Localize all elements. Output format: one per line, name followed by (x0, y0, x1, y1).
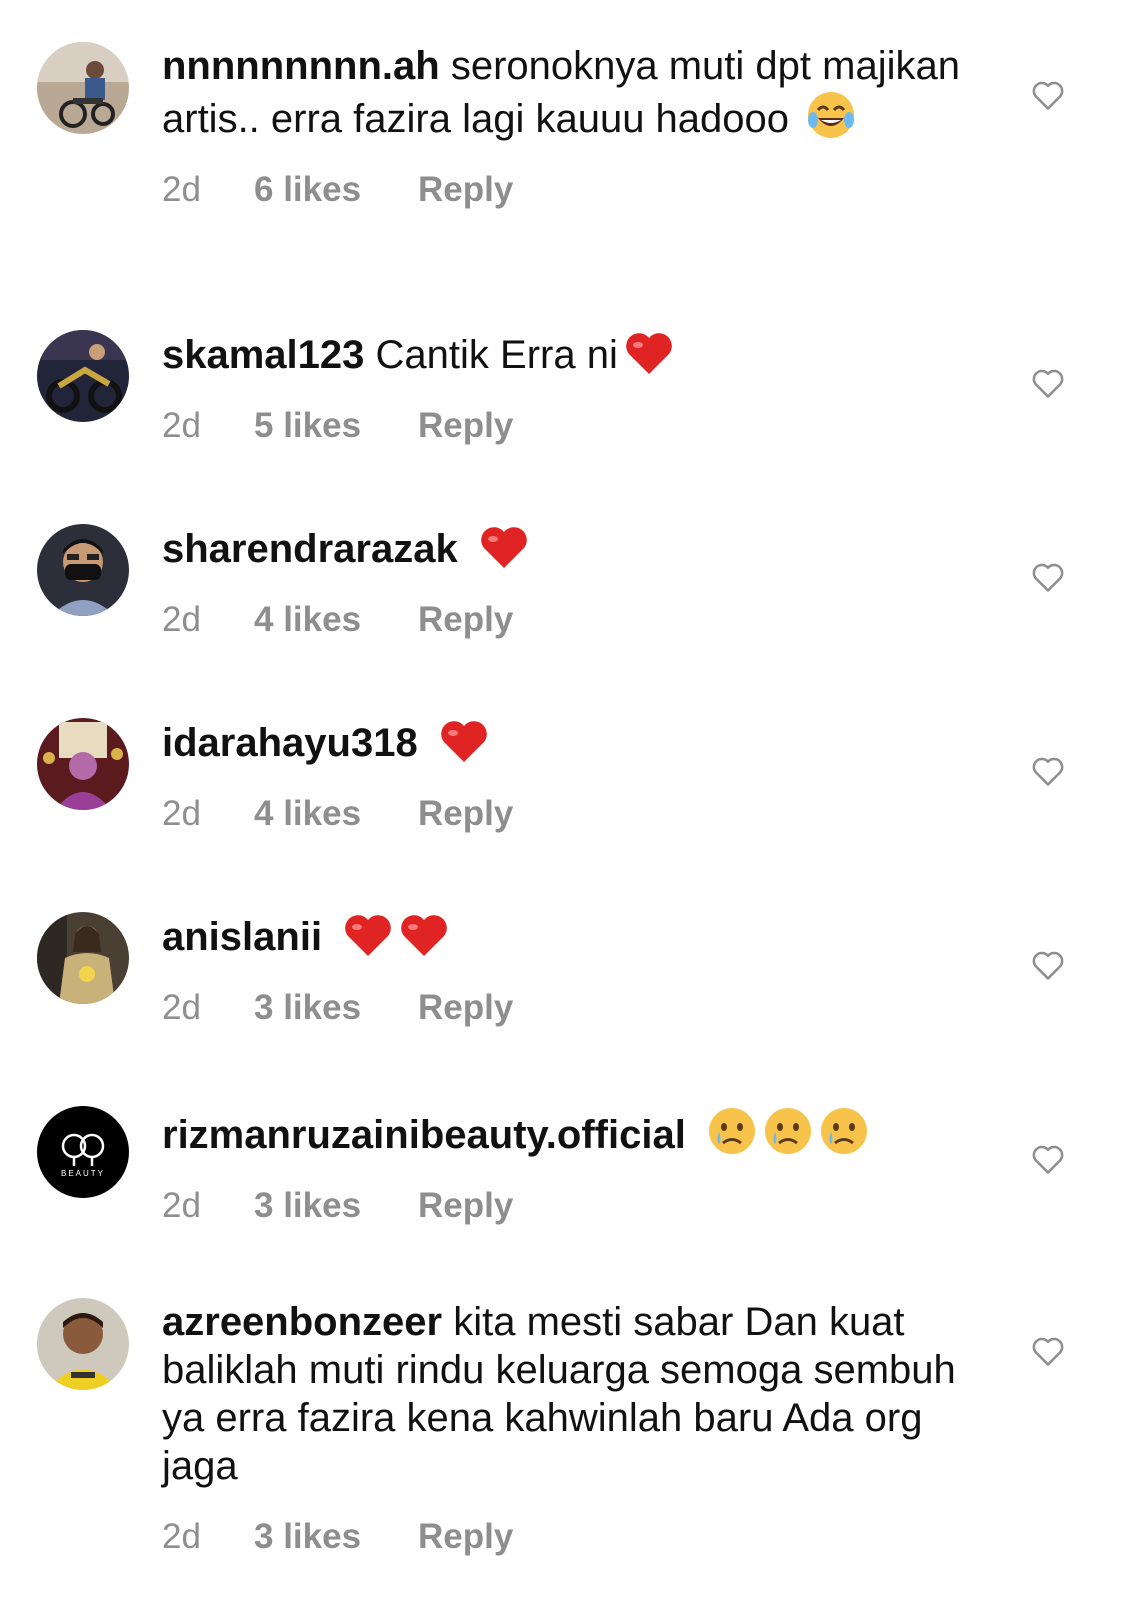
red-heart-icon (399, 912, 449, 958)
like-button[interactable] (1029, 76, 1067, 114)
comment-username[interactable]: anislanii (162, 915, 322, 959)
comment-meta: 2d 3 likes Reply (162, 1185, 962, 1227)
crying-face-icon (707, 1106, 757, 1156)
comment-text-block: azreenbonzeer kita mesti sabar Dan kuat … (162, 1298, 962, 1490)
comment-meta: 2d 5 likes Reply (162, 405, 962, 447)
avatar[interactable] (37, 42, 129, 134)
comment-likes-count[interactable]: 3 likes (254, 988, 418, 1028)
comment-username[interactable]: nnnnnnnnn.ah (162, 44, 440, 88)
heart-outline-icon (1032, 369, 1064, 398)
comment-text-block: sharendrarazak (162, 524, 962, 573)
comment-body: nnnnnnnnn.ah seronoknya muti dpt majikan… (162, 42, 962, 211)
red-heart-icon (343, 912, 393, 958)
heart-outline-icon (1032, 563, 1064, 592)
heart-outline-icon (1032, 1145, 1064, 1174)
reply-button[interactable]: Reply (418, 600, 513, 640)
red-heart-icon (479, 524, 529, 570)
avatar-image (37, 330, 129, 422)
comment-meta: 2d 4 likes Reply (162, 599, 962, 641)
avatar-image (37, 718, 129, 810)
comment-body: anislanii 2d 3 likes Reply (162, 912, 962, 1029)
comment-time: 2d (162, 1186, 201, 1225)
comment-text-block: idarahayu318 (162, 718, 962, 767)
comment-body: azreenbonzeer kita mesti sabar Dan kuat … (162, 1298, 962, 1558)
like-button[interactable] (1029, 558, 1067, 596)
comment-username[interactable]: sharendrarazak (162, 527, 458, 571)
comment-username[interactable]: rizmanruzainibeauty.official (162, 1113, 686, 1157)
heart-outline-icon (1032, 951, 1064, 980)
comment-text-block: rizmanruzainibeauty.official (162, 1106, 962, 1159)
reply-button[interactable]: Reply (418, 1186, 513, 1226)
comment-time: 2d (162, 406, 201, 445)
like-button[interactable] (1029, 1332, 1067, 1370)
avatar-image (37, 524, 129, 616)
comment-body: rizmanruzainibeauty.official 2d 3 likes … (162, 1106, 962, 1227)
comment-text: Cantik Erra ni (375, 333, 618, 377)
avatar-image (37, 1298, 129, 1390)
comment-text-block: anislanii (162, 912, 962, 961)
reply-button[interactable]: Reply (418, 794, 513, 834)
avatar[interactable] (37, 524, 129, 616)
comment-likes-count[interactable]: 3 likes (254, 1517, 418, 1557)
comment-username[interactable]: idarahayu318 (162, 721, 418, 765)
comment-text-block: skamal123 Cantik Erra ni (162, 330, 962, 379)
comment-username[interactable]: azreenbonzeer (162, 1300, 442, 1344)
comment-likes-count[interactable]: 5 likes (254, 406, 418, 446)
reply-button[interactable]: Reply (418, 406, 513, 446)
like-button[interactable] (1029, 364, 1067, 402)
avatar[interactable] (37, 718, 129, 810)
comment-time: 2d (162, 988, 201, 1027)
reply-button[interactable]: Reply (418, 170, 513, 210)
comment-time: 2d (162, 1517, 201, 1556)
heart-outline-icon (1032, 81, 1064, 110)
reply-button[interactable]: Reply (418, 1517, 513, 1557)
crying-face-icon (763, 1106, 813, 1156)
avatar-logo-text: BEAUTY (61, 1169, 105, 1178)
comment-body: sharendrarazak 2d 4 likes Reply (162, 524, 962, 641)
avatar-image: BEAUTY (37, 1106, 129, 1198)
comment-body: skamal123 Cantik Erra ni 2d 5 likes Repl… (162, 330, 962, 447)
like-button[interactable] (1029, 946, 1067, 984)
avatar-image (37, 42, 129, 134)
avatar-image (37, 912, 129, 1004)
comment-meta: 2d 3 likes Reply (162, 1516, 962, 1558)
avatar[interactable] (37, 330, 129, 422)
avatar[interactable]: BEAUTY (37, 1106, 129, 1198)
comment-time: 2d (162, 600, 201, 639)
comment-meta: 2d 4 likes Reply (162, 793, 962, 835)
reply-button[interactable]: Reply (418, 988, 513, 1028)
red-heart-icon (439, 718, 489, 764)
comment-likes-count[interactable]: 4 likes (254, 794, 418, 834)
heart-outline-icon (1032, 1337, 1064, 1366)
comment-likes-count[interactable]: 4 likes (254, 600, 418, 640)
comment-likes-count[interactable]: 6 likes (254, 170, 418, 210)
like-button[interactable] (1029, 752, 1067, 790)
comment-text-block: nnnnnnnnn.ah seronoknya muti dpt majikan… (162, 42, 962, 143)
avatar[interactable] (37, 912, 129, 1004)
comment-body: idarahayu318 2d 4 likes Reply (162, 718, 962, 835)
comment-time: 2d (162, 170, 201, 209)
comment-username[interactable]: skamal123 (162, 333, 364, 377)
face-with-tears-of-joy-icon (806, 90, 856, 140)
red-heart-icon (624, 330, 674, 376)
heart-outline-icon (1032, 757, 1064, 786)
comment-meta: 2d 3 likes Reply (162, 987, 962, 1029)
comment-time: 2d (162, 794, 201, 833)
crying-face-icon (819, 1106, 869, 1156)
comment-meta: 2d 6 likes Reply (162, 169, 962, 211)
like-button[interactable] (1029, 1140, 1067, 1178)
comment-likes-count[interactable]: 3 likes (254, 1186, 418, 1226)
avatar[interactable] (37, 1298, 129, 1390)
